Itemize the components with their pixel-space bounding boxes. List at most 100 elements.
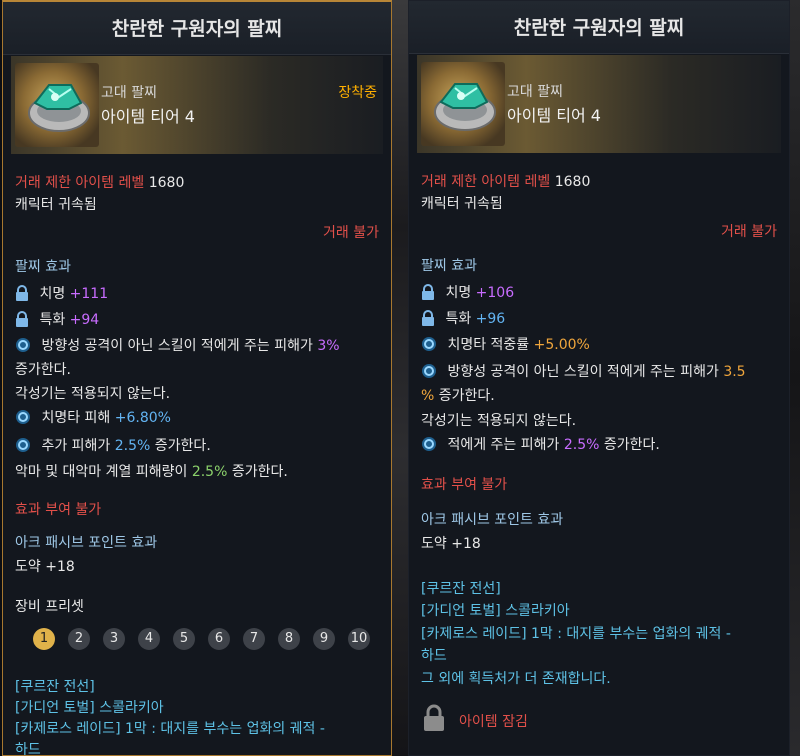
stat-specialization: 특화 +96 <box>421 308 505 328</box>
effect-gem-icon <box>16 410 30 424</box>
source-kazeros-cont: 하드 <box>15 742 41 756</box>
source-kazeros: [카제로스 레이드] 1막 : 대지를 부수는 업화의 궤적 - <box>15 721 325 737</box>
effect-text: 증가한다. <box>231 464 288 480</box>
item-header: 고대 팔찌 아이템 티어 4 장착중 <box>11 56 383 154</box>
effect-text: 증가한다. <box>603 437 660 453</box>
preset-button-2[interactable]: 2 <box>68 628 90 650</box>
preset-button-8[interactable]: 8 <box>278 628 300 650</box>
item-title: 찬란한 구원자의 팔찌 <box>3 2 391 55</box>
no-effect-text: 효과 부여 불가 <box>15 502 102 518</box>
no-trade-text: 거래 불가 <box>721 224 777 240</box>
bracelet-icon <box>421 62 505 146</box>
effect-text-cont: % 증가한다. <box>421 385 495 405</box>
effect-text: 악마 및 대악마 계열 피해량이 <box>15 464 188 480</box>
no-trade-text: 거래 불가 <box>323 225 379 241</box>
preset-button-4[interactable]: 4 <box>138 628 160 650</box>
lock-icon <box>16 311 28 327</box>
source-kurzan: [쿠르잔 전선] <box>421 581 501 597</box>
stat-value: +96 <box>475 311 506 327</box>
effect-note: 각성기는 적용되지 않는다. <box>421 413 577 429</box>
effect-line: 악마 및 대악마 계열 피해량이 2.5% 증가한다. <box>15 461 288 481</box>
effect-value: 2.5% <box>191 464 228 480</box>
effect-header: 팔찌 효과 <box>15 259 71 275</box>
item-header: 고대 팔찌 아이템 티어 4 <box>417 55 781 153</box>
effect-text: 증가한다. <box>438 388 495 404</box>
effect-text: 적에게 주는 피해가 <box>447 437 560 453</box>
effect-header: 팔찌 효과 <box>421 258 477 274</box>
effect-text-cont: 증가한다. <box>15 362 71 378</box>
source-guardian: [가디언 토벌] 스콜라키아 <box>421 603 570 619</box>
effect-text: 치명타 피해 <box>41 410 111 426</box>
item-lock-icon <box>424 704 444 731</box>
stat-value: +111 <box>69 286 109 302</box>
stat-label: 특화 <box>39 312 66 328</box>
preset-button-10[interactable]: 10 <box>348 628 370 650</box>
source-kazeros-cont: 하드 <box>421 648 447 664</box>
effect-text: 증가한다. <box>154 438 211 454</box>
lock-icon <box>422 310 434 326</box>
preset-button-7[interactable]: 7 <box>243 628 265 650</box>
bound-text: 캐릭터 귀속됨 <box>421 196 503 212</box>
preset-button-9[interactable]: 9 <box>313 628 335 650</box>
bound-text: 캐릭터 귀속됨 <box>15 197 97 213</box>
effect-line: 적에게 주는 피해가 2.5% 증가한다. <box>421 434 660 454</box>
effect-text: 치명타 적중률 <box>447 337 530 353</box>
stat-crit: 치명 +111 <box>15 283 108 303</box>
stat-label: 치명 <box>39 286 66 302</box>
effect-value-unit: % <box>421 388 435 404</box>
preset-button-3[interactable]: 3 <box>103 628 125 650</box>
preset-button-5[interactable]: 5 <box>173 628 195 650</box>
item-tier: 아이템 티어 4 <box>101 107 195 126</box>
item-grade: 고대 팔찌 <box>507 84 563 100</box>
effect-line: 치명타 피해 +6.80% <box>15 407 171 427</box>
source-guardian: [가디언 토벌] 스콜라키아 <box>15 700 164 716</box>
ark-header: 아크 패시브 포인트 효과 <box>421 512 564 528</box>
preset-button-1[interactable]: 1 <box>33 628 55 650</box>
effect-line: 추가 피해가 2.5% 증가한다. <box>15 435 211 455</box>
background-strip <box>392 0 408 756</box>
lock-icon <box>16 285 28 301</box>
item-grade: 고대 팔찌 <box>101 85 157 101</box>
source-kurzan: [쿠르잔 전선] <box>15 679 95 695</box>
effect-gem-icon <box>422 364 436 378</box>
equipped-item-tooltip: 찬란한 구원자의 팔찌 고대 팔찌 아이템 티어 4 장착중 거래 제한 아이템… <box>2 0 392 756</box>
item-title: 찬란한 구원자의 팔찌 <box>409 1 789 54</box>
effect-text: 추가 피해가 <box>41 438 111 454</box>
trade-level-label: 거래 제한 아이템 레벨 <box>15 175 145 191</box>
stat-label: 치명 <box>445 285 472 301</box>
effect-line: 방향성 공격이 아닌 스킬이 적에게 주는 피해가 3% <box>15 335 340 355</box>
trade-level: 거래 제한 아이템 레벨 1680 <box>15 172 184 192</box>
effect-value: 3% <box>317 338 340 354</box>
effect-value: 3.5 <box>723 364 746 380</box>
stat-value: +106 <box>475 285 515 301</box>
stat-crit: 치명 +106 <box>421 282 514 302</box>
effect-line: 치명타 적중률 +5.00% <box>421 334 590 354</box>
effect-value: +6.80% <box>114 410 171 426</box>
effect-note: 각성기는 적용되지 않는다. <box>15 386 171 402</box>
stat-value: +94 <box>69 312 100 328</box>
compare-item-tooltip: 찬란한 구원자의 팔찌 고대 팔찌 아이템 티어 4 거래 제한 아이템 레벨 … <box>408 0 790 756</box>
effect-text: 방향성 공격이 아닌 스킬이 적에게 주는 피해가 <box>41 338 313 354</box>
effect-value: 2.5% <box>114 438 151 454</box>
item-tier: 아이템 티어 4 <box>507 106 601 125</box>
effect-text: 방향성 공격이 아닌 스킬이 적에게 주는 피해가 <box>447 364 719 380</box>
no-effect-text: 효과 부여 불가 <box>421 477 508 493</box>
lock-icon <box>422 284 434 300</box>
stat-label: 특화 <box>445 311 472 327</box>
trade-level-value: 1680 <box>148 175 185 191</box>
equipment-preset-list: 1 2 3 4 5 6 7 8 9 10 <box>33 628 370 650</box>
equipped-badge: 장착중 <box>338 85 377 101</box>
ark-header: 아크 패시브 포인트 효과 <box>15 535 158 551</box>
trade-level-value: 1680 <box>554 174 591 190</box>
trade-level: 거래 제한 아이템 레벨 1680 <box>421 171 590 191</box>
effect-line: 방향성 공격이 아닌 스킬이 적에게 주는 피해가 3.5 <box>421 361 746 381</box>
trade-level-label: 거래 제한 아이템 레벨 <box>421 174 551 190</box>
stat-specialization: 특화 +94 <box>15 309 99 329</box>
bracelet-icon <box>15 63 99 147</box>
ark-value: 도약 +18 <box>15 559 75 575</box>
ark-value: 도약 +18 <box>421 536 481 552</box>
effect-gem-icon <box>16 438 30 452</box>
preset-button-6[interactable]: 6 <box>208 628 230 650</box>
effect-gem-icon <box>422 437 436 451</box>
effect-value: +5.00% <box>533 337 590 353</box>
